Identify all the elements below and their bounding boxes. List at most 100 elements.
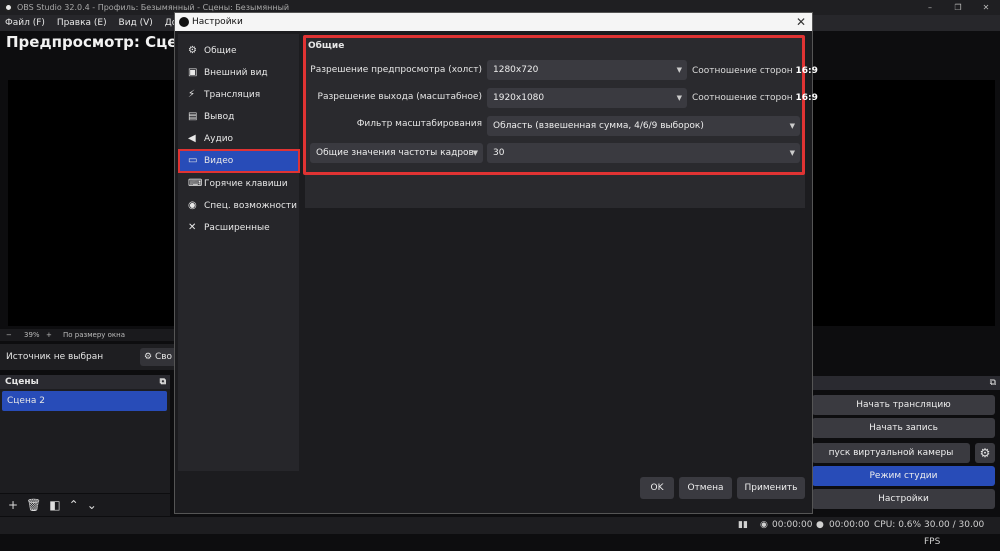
output-resolution-combo[interactable]: 1920x1080 ▼ <box>487 88 687 108</box>
speaker-icon: ◀ <box>188 133 196 144</box>
broadcast-icon: ⚡ <box>188 89 196 100</box>
source-properties-label: Сво <box>154 352 173 362</box>
zoom-value: 39% <box>24 331 40 339</box>
chevron-down-icon: ▼ <box>676 94 682 102</box>
scale-filter-value: Область (взвешенная сумма, 4/6/9 выборок… <box>493 121 704 131</box>
start-virtual-cam-button[interactable]: пуск виртуальной камеры <box>812 443 970 463</box>
source-label: Источник не выбран <box>6 352 104 362</box>
add-icon[interactable]: + <box>8 498 18 512</box>
cancel-button[interactable]: Отмена <box>679 477 732 499</box>
controls-header: ⧉ <box>812 376 1000 390</box>
output-resolution-value: 1920x1080 <box>493 93 545 103</box>
scene-item[interactable]: Сцена 2 <box>2 391 167 411</box>
apply-button[interactable]: Применить <box>737 477 805 499</box>
group-title: Общие <box>308 41 345 51</box>
source-bar: Источник не выбран ⚙ Сво <box>0 344 180 370</box>
aspect-ratio-label: Соотношение сторон <box>692 93 793 103</box>
down-icon[interactable]: ⌄ <box>87 498 97 512</box>
sidebar-item-general[interactable]: ⚙ Общие <box>180 41 298 61</box>
accessibility-icon: ◉ <box>188 200 197 211</box>
maximize-icon[interactable]: ❐ <box>944 0 972 15</box>
sidebar-item-label: Видео <box>204 156 234 166</box>
appearance-icon: ▣ <box>188 67 198 78</box>
close-icon[interactable]: ✕ <box>972 0 1000 15</box>
sidebar-item-advanced[interactable]: ✕ Расширенные <box>180 218 298 238</box>
obs-logo-icon <box>4 3 13 12</box>
settings-button[interactable]: Настройки <box>812 489 995 509</box>
sidebar-item-video[interactable]: ▭ Видео <box>178 149 300 173</box>
studio-mode-button[interactable]: Режим студии <box>812 466 995 486</box>
sidebar-item-label: Аудио <box>204 134 234 144</box>
sidebar-item-label: Трансляция <box>204 90 261 100</box>
settings-dialog-title: Настройки <box>192 17 243 27</box>
menu-edit[interactable]: Правка (E) <box>57 18 107 28</box>
chevron-down-icon: ▼ <box>789 149 795 157</box>
zoom-plus-icon[interactable]: + <box>46 329 52 341</box>
up-icon[interactable]: ⌃ <box>69 498 79 512</box>
undock-icon[interactable]: ⧉ <box>990 376 996 390</box>
preview-canvas-right[interactable] <box>812 80 995 326</box>
fps-type-value: Общие значения частоты кадров <box>316 148 474 158</box>
preview-canvas[interactable] <box>8 80 178 326</box>
ok-button[interactable]: OK <box>640 477 674 499</box>
trash-icon[interactable]: 🗑 <box>26 498 41 512</box>
sidebar-item-audio[interactable]: ◀ Аудио <box>180 129 298 149</box>
scenes-title: Сцены <box>5 377 39 387</box>
tools-icon: ✕ <box>188 222 197 233</box>
scenes-header: Сцены ⧉ <box>0 375 170 389</box>
stream-time: 00:00:00 <box>772 520 813 530</box>
monitor-icon: ▭ <box>188 155 198 166</box>
chevron-down-icon: ▼ <box>472 149 478 157</box>
stream-indicator-icon: ◉ <box>760 520 768 530</box>
gear-icon: ⚙ <box>144 352 153 362</box>
aspect-ratio-value: 16:9 <box>795 66 818 76</box>
start-stream-button[interactable]: Начать трансляцию <box>812 395 995 415</box>
sidebar-item-stream[interactable]: ⚡ Трансляция <box>180 85 298 105</box>
sidebar-item-appearance[interactable]: ▣ Внешний вид <box>180 63 298 83</box>
virtual-cam-settings-icon[interactable]: ⚙ <box>975 443 995 463</box>
menu-file[interactable]: Файл (F) <box>5 18 45 28</box>
signal-icon: ▮▮ <box>738 520 748 530</box>
menu-view[interactable]: Вид (V) <box>119 18 153 28</box>
sidebar-item-label: Общие <box>204 46 237 56</box>
gear-icon: ⚙ <box>188 45 197 56</box>
obs-logo-icon <box>179 17 189 27</box>
zoom-bar: − 39% + По размеру окна <box>0 329 180 341</box>
status-bar: ▮▮ ◉ 00:00:00 ● 00:00:00 CPU: 0.6% 30.00… <box>0 517 1000 547</box>
sidebar-item-output[interactable]: ▤ Вывод <box>180 107 298 127</box>
sidebar-item-label: Горячие клавиши <box>204 179 288 189</box>
keyboard-icon: ⌨ <box>188 178 203 189</box>
sidebar-item-hotkeys[interactable]: ⌨ Горячие клавиши <box>180 174 298 194</box>
undock-icon[interactable]: ⧉ <box>160 375 166 389</box>
fps-type-combo[interactable]: Общие значения частоты кадров ▼ <box>310 143 483 163</box>
zoom-mode[interactable]: По размеру окна <box>63 329 125 341</box>
aspect-ratio-label: Соотношение сторон <box>692 66 793 76</box>
scale-filter-combo[interactable]: Область (взвешенная сумма, 4/6/9 выборок… <box>487 116 800 136</box>
base-aspect-ratio: Соотношение сторон 16:9 <box>692 66 818 76</box>
minimize-icon[interactable]: – <box>916 0 944 15</box>
fps-value-combo[interactable]: 30 ▼ <box>487 143 800 163</box>
chevron-down-icon: ▼ <box>789 122 795 130</box>
aspect-ratio-value: 16:9 <box>795 93 818 103</box>
sidebar-item-label: Вывод <box>204 112 235 122</box>
filter-icon[interactable]: ◧ <box>49 498 60 512</box>
base-resolution-value: 1280x720 <box>493 65 539 75</box>
base-resolution-label: Разрешение предпросмотра (холст) <box>310 65 482 75</box>
sidebar-item-label: Внешний вид <box>204 68 268 78</box>
fps-value: 30 <box>493 148 505 158</box>
zoom-out-button[interactable]: − <box>6 329 12 341</box>
scenes-toolbar: + 🗑 ◧ ⌃ ⌄ <box>0 494 170 516</box>
base-resolution-combo[interactable]: 1280x720 ▼ <box>487 60 687 80</box>
output-aspect-ratio: Соотношение сторон 16:9 <box>692 93 818 103</box>
cpu-usage: CPU: 0.6% <box>874 520 922 530</box>
sidebar-item-accessibility[interactable]: ◉ Спец. возможности <box>180 196 298 216</box>
close-icon[interactable]: ✕ <box>796 13 806 31</box>
sidebar-item-label: Расширенные <box>204 223 270 233</box>
output-icon: ▤ <box>188 111 198 122</box>
chevron-down-icon: ▼ <box>676 66 682 74</box>
output-resolution-label: Разрешение выхода (масштабное) <box>317 92 482 102</box>
fps-readout: 30.00 / 30.00 FPS <box>924 520 985 547</box>
scale-filter-label: Фильтр масштабирования <box>356 119 482 129</box>
start-record-button[interactable]: Начать запись <box>812 418 995 438</box>
sidebar-item-label: Спец. возможности <box>204 201 297 211</box>
